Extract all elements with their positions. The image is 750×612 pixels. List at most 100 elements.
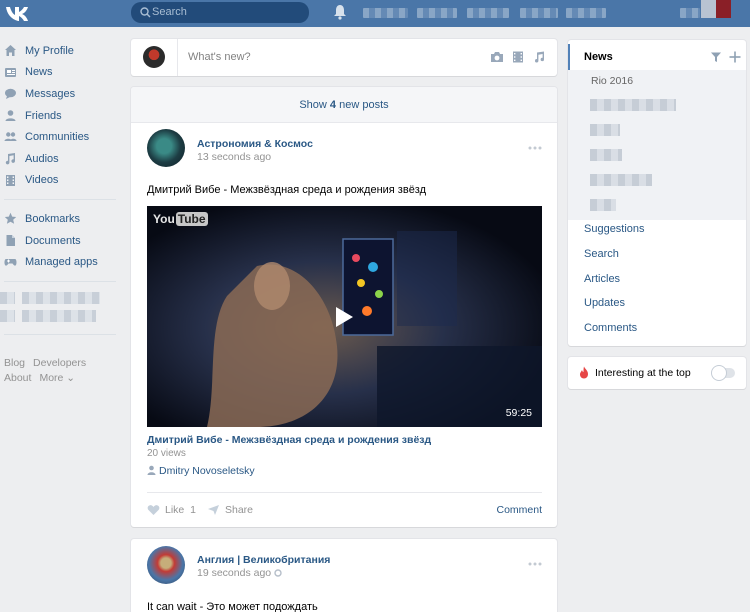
heart-icon [147,505,160,515]
comment-button[interactable]: Comment [496,504,542,516]
post-timestamp-text: 19 seconds ago [197,567,272,579]
sidebar-item-news[interactable]: News [0,62,120,84]
footer-link-more[interactable]: More ⌄ [39,372,75,384]
like-button[interactable]: Like 1 [147,504,196,516]
show-new-posts-button[interactable]: Show 4 new posts [131,87,557,123]
post-author[interactable]: Астрономия & Космос [197,138,313,150]
top-link-blurred[interactable] [363,8,408,18]
post-text: Дмитрий Вибе - Межзвёздная среда и рожде… [147,184,427,196]
video-title[interactable]: Дмитрий Вибе - Межзвёздная среда и рожде… [147,434,431,446]
share-button[interactable]: Share [207,504,253,516]
sidebar-blurred-items [0,290,120,326]
post-author[interactable]: Англия | Великобритания [197,554,330,566]
post-timestamp[interactable]: 13 seconds ago [197,151,271,163]
sidebar-item-my-profile[interactable]: My Profile [0,40,120,62]
sublist-item-blurred[interactable] [590,199,616,211]
rightnav-link-comments[interactable]: Comments [584,322,637,334]
camera-icon[interactable] [490,51,504,63]
divider [4,199,116,201]
share-icon [208,505,219,515]
plus-icon[interactable] [729,51,741,63]
youtube-logo-you: You [153,212,175,226]
post-timestamp[interactable]: 19 seconds ago [197,567,282,579]
youtube-logo-tube: Tube [175,212,208,226]
more-icon[interactable] [528,146,542,150]
post-composer[interactable]: What's new? [131,39,557,76]
footer-link-about[interactable]: About [4,372,31,384]
top-bar: Search [0,0,750,27]
show-new-suffix: new posts [336,99,389,111]
interesting-toggle[interactable] [712,366,735,380]
sublist-item-blurred[interactable] [590,124,620,136]
divider [147,492,542,493]
top-link-blurred[interactable] [566,8,606,18]
gear-icon [274,569,282,577]
user-icon [5,109,16,121]
divider [4,280,116,282]
right-sidebar: News Rio 2016 Suggestions Search Article… [568,40,746,346]
post-text: It can wait - Это может подождать [147,601,318,612]
news-sublist: Rio 2016 [568,70,746,220]
blurred-icon [0,291,15,304]
blurred-link[interactable] [22,291,100,304]
sidebar-item-messages[interactable]: Messages [0,83,120,105]
rightnav-link-suggestions[interactable]: Suggestions [584,223,645,235]
sidebar-item-communities[interactable]: Communities [0,126,120,148]
footer-link-blog[interactable]: Blog [4,357,25,369]
film-icon[interactable] [511,51,525,63]
avatar[interactable] [143,46,165,68]
more-icon[interactable] [528,562,542,566]
vk-logo[interactable] [4,3,32,23]
rightnav-link-search[interactable]: Search [584,248,619,260]
avatar[interactable] [147,129,185,167]
sublist-item-blurred[interactable] [590,174,652,186]
like-count: 1 [190,504,196,516]
sublist-item-blurred[interactable] [590,99,676,111]
news-icon [5,67,16,77]
sublist-item-blurred[interactable] [590,149,622,161]
sidebar-item-label: Friends [25,109,62,122]
video-uploader[interactable]: Dmitry Novoseletsky [147,465,255,477]
music-icon[interactable] [532,51,546,63]
play-icon[interactable] [333,305,355,329]
feed-post: Show 4 new posts Астрономия & Космос 13 … [131,87,557,527]
interesting-at-top-setting: Interesting at the top [568,357,746,389]
video-player[interactable]: You Tube 59:25 [147,206,542,427]
rightnav-link-updates[interactable]: Updates [584,297,625,309]
fire-icon [580,366,588,379]
footer-link-developers[interactable]: Developers [33,357,86,369]
sidebar-item-label: Bookmarks [25,212,81,225]
user-icon [147,465,156,475]
avatar[interactable] [701,0,731,18]
avatar[interactable] [147,546,185,584]
profile-name-blurred[interactable] [680,8,700,18]
star-icon [4,212,17,224]
rightnav-link-articles[interactable]: Articles [584,273,620,285]
filter-icon[interactable] [710,51,722,63]
users-icon [4,132,17,142]
tab-news[interactable]: News [568,44,746,70]
sidebar-item-documents[interactable]: Documents [0,230,120,252]
sidebar-item-managed-apps[interactable]: Managed apps [0,251,120,273]
search-box[interactable]: Search [131,2,309,23]
blurred-link[interactable] [22,309,96,322]
sidebar-item-videos[interactable]: Videos [0,170,120,192]
sidebar-item-friends[interactable]: Friends [0,105,120,127]
film-icon [6,174,15,186]
music-icon [5,152,16,165]
sidebar-item-label: Messages [25,87,76,100]
top-link-blurred[interactable] [520,8,558,18]
composer-placeholder[interactable]: What's new? [188,39,251,76]
sidebar-item-audios[interactable]: Audios [0,148,120,170]
feed-post: Англия | Великобритания 19 seconds ago I… [131,539,557,612]
interesting-label: Interesting at the top [595,367,691,379]
uploader-name: Dmitry Novoseletsky [159,465,255,477]
sidebar-item-bookmarks[interactable]: Bookmarks [0,208,120,230]
search-placeholder: Search [152,6,187,18]
sublist-item-rio-2016[interactable]: Rio 2016 [591,75,633,87]
top-link-blurred[interactable] [417,8,457,18]
top-link-blurred[interactable] [467,8,509,18]
bell-icon[interactable] [333,4,347,20]
blurred-icon [0,309,15,322]
divider [177,39,178,76]
